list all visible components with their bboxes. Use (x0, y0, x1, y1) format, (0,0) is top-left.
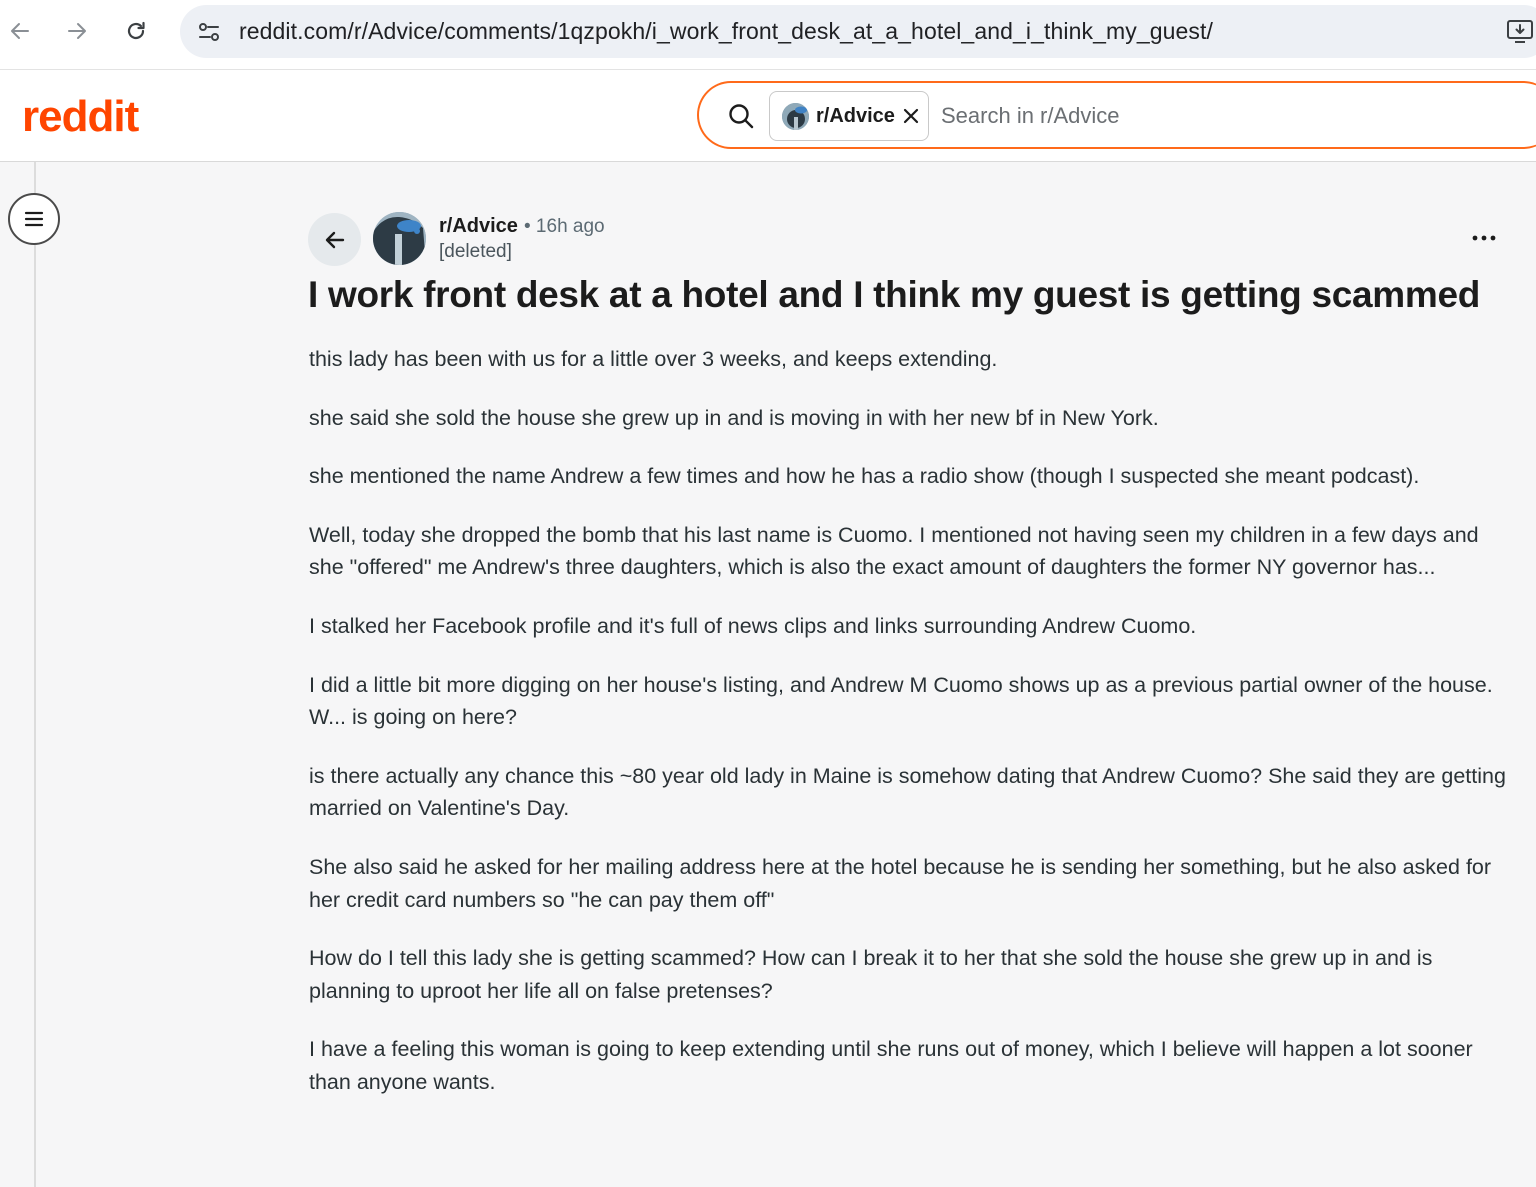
post-paragraph: Well, today she dropped the bomb that hi… (309, 522, 1479, 580)
install-app-icon[interactable] (1506, 18, 1534, 44)
reload-icon (127, 21, 145, 40)
url-text: reddit.com/r/Advice/comments/1qzpokh/i_w… (239, 18, 1213, 44)
post-body: this lady has been with us for a little … (309, 343, 1514, 1125)
post-paragraph: She also said he asked for her mailing a… (309, 854, 1492, 912)
site-header: reddit r/Advice (0, 70, 1536, 162)
back-button[interactable] (308, 213, 361, 266)
browser-reload-button[interactable] (119, 14, 153, 48)
post-paragraph: this lady has been with us for a little … (309, 347, 998, 371)
post-title: I work front desk at a hotel and I think… (308, 274, 1481, 315)
browser-toolbar: reddit.com/r/Advice/comments/1qzpokh/i_w… (0, 0, 1536, 70)
post-paragraph: I stalked her Facebook profile and it's … (309, 613, 1197, 638)
back-arrow-icon (11, 23, 29, 39)
search-input[interactable] (941, 101, 1501, 131)
forward-arrow-icon (68, 23, 86, 39)
search-bar[interactable]: r/Advice (697, 81, 1536, 149)
search-icon (729, 104, 754, 129)
subreddit-filter-chip[interactable]: r/Advice (769, 91, 929, 141)
menu-button[interactable] (8, 193, 60, 245)
post-paragraph: is there actually any chance this ~80 ye… (309, 763, 1506, 821)
close-icon[interactable] (901, 106, 921, 126)
post-author: [deleted] (439, 241, 512, 262)
subreddit-link[interactable]: r/Advice (439, 215, 518, 238)
subreddit-icon[interactable] (373, 212, 426, 265)
post-paragraph: she mentioned the name Andrew a few time… (309, 464, 1420, 489)
browser-back-button[interactable] (3, 14, 37, 48)
more-options-button[interactable] (1468, 222, 1500, 254)
chip-label: r/Advice (816, 105, 895, 127)
site-info-icon[interactable] (196, 19, 222, 45)
post-paragraph: How do I tell this lady she is getting s… (309, 946, 1433, 1003)
post-paragraph: I did a little bit more digging on her h… (309, 672, 1493, 730)
back-icon (325, 231, 344, 248)
menu-icon (24, 211, 44, 227)
post-paragraph: I have a feeling this woman is going to … (309, 1037, 1473, 1094)
browser-forward-button[interactable] (60, 14, 94, 48)
post-paragraph: she said she sold the house she grew up … (309, 405, 1159, 430)
reddit-logo[interactable]: reddit (22, 92, 139, 142)
more-options-icon (1472, 235, 1496, 241)
subreddit-avatar (782, 103, 809, 130)
address-bar[interactable]: reddit.com/r/Advice/comments/1qzpokh/i_w… (180, 5, 1536, 58)
sidebar-divider (34, 162, 36, 1187)
post-time: • 16h ago (524, 216, 605, 237)
